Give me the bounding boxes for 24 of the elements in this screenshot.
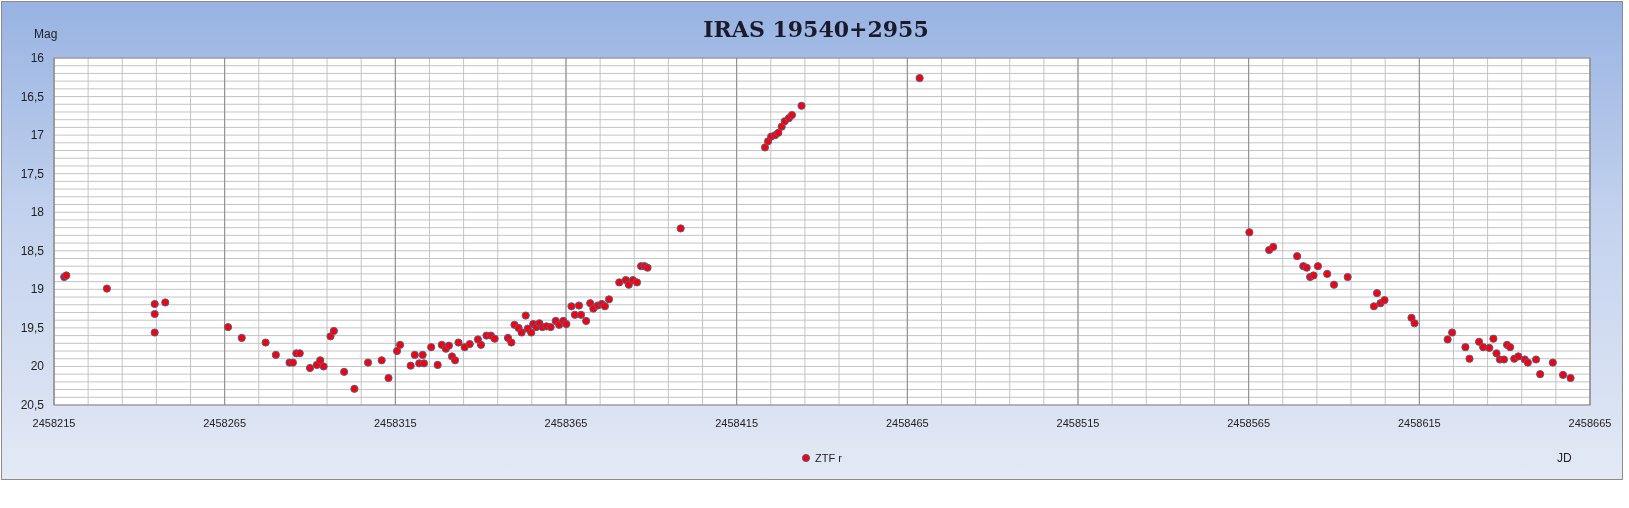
y-tick-label: 18,5: [20, 243, 44, 258]
chart-title: IRAS 19540+2955: [703, 16, 929, 42]
y-tick-label: 17: [30, 128, 44, 143]
x-tick-label: 2458565: [1227, 417, 1271, 429]
x-tick-label: 2458415: [715, 417, 759, 429]
y-tick-label: 16: [30, 51, 44, 65]
legend-label: ZTF r: [815, 452, 842, 464]
y-tick-label: 19,5: [20, 320, 44, 335]
x-tick-label: 2458615: [1397, 417, 1441, 429]
y-tick-label: 20,5: [20, 398, 44, 412]
y-tick-label: 19: [30, 282, 44, 297]
y-tick-label: 17,5: [20, 166, 44, 181]
y-axis-title: Mag: [34, 27, 58, 41]
x-tick-label: 2458215: [32, 417, 76, 429]
x-tick-label: 2458365: [544, 417, 588, 429]
x-tick-label: 2458315: [373, 417, 417, 429]
x-tick-label: 2458465: [885, 417, 929, 429]
x-tick-label: 2458265: [203, 417, 247, 429]
x-tick-label: 2458665: [1568, 417, 1612, 429]
y-tick-label: 16,5: [20, 89, 44, 104]
x-tick-label: 2458515: [1056, 417, 1100, 429]
y-tick-label: 18: [30, 205, 44, 220]
x-axis-title: JD: [1557, 451, 1572, 465]
y-tick-label: 20: [30, 359, 44, 374]
